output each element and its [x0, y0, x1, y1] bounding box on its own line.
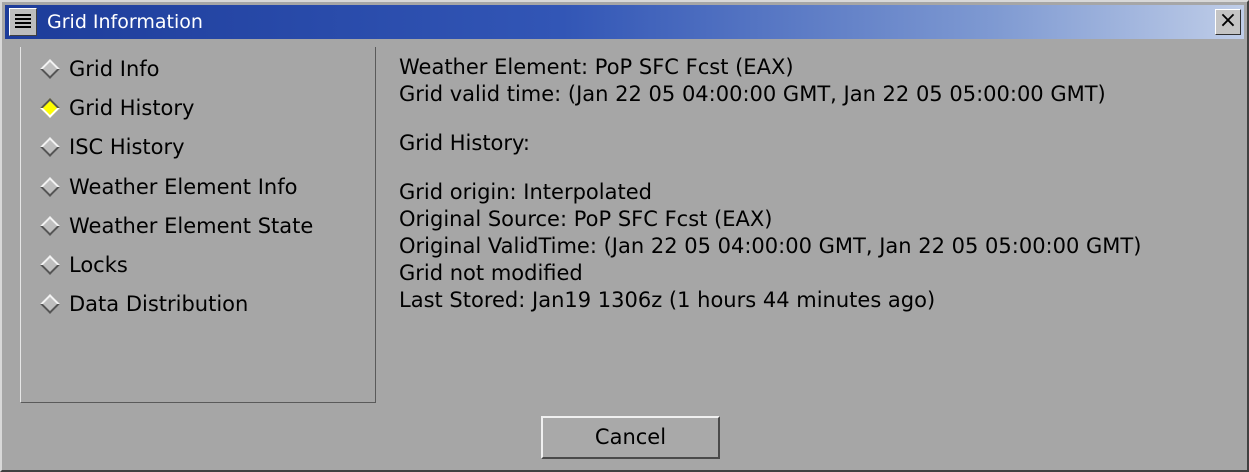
radio-grid-history[interactable]: Grid History	[39, 92, 194, 124]
radio-label: Weather Element Info	[69, 175, 298, 199]
grid-history-text: Weather Element: PoP SFC Fcst (EAX) Grid…	[399, 54, 1229, 314]
radio-data-distribution[interactable]: Data Distribution	[39, 288, 248, 320]
history-heading: Grid History:	[399, 131, 531, 155]
window-title: Grid Information	[47, 11, 203, 33]
radio-label: Grid Info	[69, 57, 160, 81]
radio-label: Data Distribution	[69, 292, 249, 316]
valid-time-line: Grid valid time: (Jan 22 05 04:00:00 GMT…	[399, 82, 1106, 106]
close-icon: ×	[1218, 8, 1238, 33]
radio-isc-history[interactable]: ISC History	[39, 131, 185, 163]
radio-grid-info[interactable]: Grid Info	[39, 53, 160, 85]
radio-diamond-icon	[40, 294, 60, 314]
radio-label: ISC History	[69, 135, 185, 159]
last-stored-line: Last Stored: Jan19 1306z (1 hours 44 min…	[399, 288, 936, 312]
title-bar[interactable]: Grid Information ×	[5, 5, 1244, 39]
radio-diamond-icon	[40, 59, 60, 79]
radio-diamond-icon	[40, 177, 60, 197]
radio-weather-element-info[interactable]: Weather Element Info	[39, 171, 297, 203]
weather-element-line: Weather Element: PoP SFC Fcst (EAX)	[399, 55, 794, 79]
radio-diamond-icon	[40, 255, 60, 275]
radio-diamond-selected-icon	[40, 98, 60, 118]
original-source-line: Original Source: PoP SFC Fcst (EAX)	[399, 207, 773, 231]
radio-label: Grid History	[69, 96, 195, 120]
close-button[interactable]: ×	[1215, 9, 1241, 35]
window-menu-button[interactable]	[9, 8, 37, 36]
radio-label: Locks	[69, 253, 128, 277]
info-category-list: Grid Info Grid History ISC History Weath…	[20, 47, 376, 403]
radio-diamond-icon	[40, 137, 60, 157]
radio-diamond-icon	[40, 216, 60, 236]
radio-weather-element-state[interactable]: Weather Element State	[39, 210, 313, 242]
cancel-button[interactable]: Cancel	[541, 416, 720, 459]
radio-locks[interactable]: Locks	[39, 249, 128, 281]
grid-origin-line: Grid origin: Interpolated	[399, 180, 652, 204]
radio-label: Weather Element State	[69, 214, 314, 238]
original-valid-time-line: Original ValidTime: (Jan 22 05 04:00:00 …	[399, 234, 1142, 258]
modified-status-line: Grid not modified	[399, 261, 583, 285]
grid-information-dialog: Grid Information × Grid Info Grid Histor…	[0, 0, 1249, 472]
menu-icon	[15, 14, 31, 30]
